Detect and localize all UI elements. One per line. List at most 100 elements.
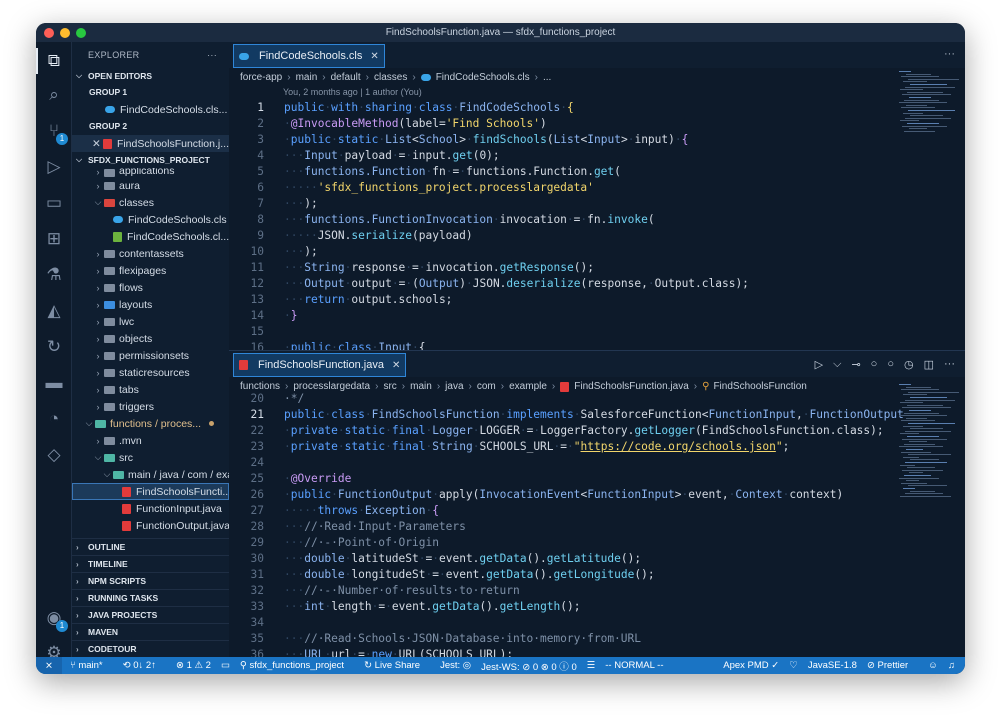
- testing-icon[interactable]: ⚗: [42, 264, 66, 286]
- section-npm-scripts[interactable]: › NPM SCRIPTS: [72, 572, 229, 589]
- list-icon[interactable]: ☰: [587, 660, 596, 671]
- accounts-icon[interactable]: ◉ 1: [42, 607, 68, 632]
- breadcrumb-item[interactable]: classes: [374, 72, 407, 83]
- split-editor-icon[interactable]: ◫: [924, 358, 934, 371]
- section-timeline[interactable]: › TIMELINE: [72, 555, 229, 572]
- section-project[interactable]: ⌵ SFDX_FUNCTIONS_PROJECT: [72, 152, 229, 168]
- explorer-more-button[interactable]: ···: [207, 50, 217, 60]
- open-editor-item[interactable]: FindCodeSchools.cls...: [72, 101, 229, 118]
- java-version-status[interactable]: JavaSE-1.8: [808, 660, 857, 671]
- close-icon[interactable]: ✕: [92, 138, 103, 150]
- close-window-button[interactable]: [44, 28, 54, 38]
- close-icon[interactable]: ✕: [370, 51, 378, 62]
- breadcrumb-item[interactable]: default: [331, 72, 361, 83]
- remote-explorer-icon[interactable]: ▭: [42, 192, 66, 214]
- tree-item[interactable]: FindSchoolsFuncti...: [72, 483, 229, 500]
- tree-item[interactable]: › objects: [72, 330, 229, 347]
- tree-item[interactable]: › triggers: [72, 398, 229, 415]
- minimap-top[interactable]: [899, 71, 963, 191]
- jest-ws-status[interactable]: Jest-WS: ⊘ 0 ⊗ 0 ⓘ 0: [481, 659, 577, 673]
- problems-status[interactable]: ⊗ 1 ⚠ 2: [176, 660, 211, 671]
- timeline-icon[interactable]: ◷: [904, 358, 914, 371]
- code-editor-bottom[interactable]: 20 21 22 23 24 25 26 27 28 29 30 31 32 33 34 35 36 ·*/ p…: [229, 384, 965, 657]
- breadcrumb-item[interactable]: src: [383, 381, 396, 392]
- tree-item[interactable]: › aura: [72, 177, 229, 194]
- tree-item[interactable]: ⌵ main / java / com / exa...: [72, 466, 229, 483]
- open-editor-item[interactable]: ✕ FindSchoolsFunction.j...: [72, 135, 229, 152]
- files-icon[interactable]: ⧉: [36, 48, 66, 74]
- tree-item[interactable]: ⌵ functions / proces...: [72, 415, 229, 432]
- section-running-tasks[interactable]: › RUNNING TASKS: [72, 589, 229, 606]
- breadcrumb-item[interactable]: force-app: [240, 72, 282, 83]
- bell-icon[interactable]: ♫: [948, 660, 955, 671]
- codelens-blame[interactable]: You, 2 months ago | 1 author (You): [229, 87, 965, 101]
- section-codetour[interactable]: › CODETOUR: [72, 640, 229, 657]
- tree-item[interactable]: FindCodeSchools.cl...: [72, 228, 229, 245]
- close-icon[interactable]: ✕: [392, 360, 400, 371]
- tree-item[interactable]: › flexipages: [72, 262, 229, 279]
- tab-findcodeschools[interactable]: FindCodeSchools.cls ✕: [233, 44, 385, 68]
- source-control-icon[interactable]: ⑂ 1: [42, 120, 68, 145]
- live-share-icon[interactable]: ↻: [42, 336, 66, 358]
- breadcrumb-item[interactable]: FindSchoolsFunction: [713, 381, 806, 392]
- minimize-window-button[interactable]: [60, 28, 70, 38]
- maximize-window-button[interactable]: [76, 28, 86, 38]
- tree-item[interactable]: FunctionInput.java: [72, 500, 229, 517]
- git-compare-icon[interactable]: ⊸: [851, 358, 860, 371]
- section-java-projects[interactable]: › JAVA PROJECTS: [72, 606, 229, 623]
- liveshare-status[interactable]: ↻ Live Share: [364, 660, 430, 671]
- breadcrumb-item[interactable]: com: [477, 381, 496, 392]
- search-icon[interactable]: ⌕: [42, 84, 66, 106]
- sync-status[interactable]: ⟲ 0↓ 2↑: [123, 660, 166, 671]
- section-outline[interactable]: › OUTLINE: [72, 538, 229, 555]
- breadcrumb-item[interactable]: main: [410, 381, 432, 392]
- tree-item[interactable]: › layouts: [72, 296, 229, 313]
- breadcrumb-item[interactable]: main: [296, 72, 318, 83]
- gitlens-icon[interactable]: ◇: [42, 444, 66, 466]
- code-editor-top[interactable]: 1 2 3 4 5 6 7 8 9 10 11 12 13 14 15 16 public·with·shar…: [229, 71, 965, 354]
- feedback-icon[interactable]: ☺: [928, 660, 938, 671]
- docker-icon[interactable]: ▬: [42, 372, 66, 394]
- minimap-bottom[interactable]: [899, 384, 963, 524]
- git-next-icon[interactable]: ○: [887, 358, 894, 371]
- breadcrumb-item[interactable]: processlargedata: [293, 381, 370, 392]
- run-icon[interactable]: ▷: [815, 358, 823, 371]
- tree-item[interactable]: › contentassets: [72, 245, 229, 262]
- breadcrumb-item[interactable]: FindSchoolsFunction.java: [574, 381, 689, 392]
- section-open-editors[interactable]: ⌵ OPEN EDITORS: [72, 68, 229, 84]
- tree-item[interactable]: › permissionsets: [72, 347, 229, 364]
- tree-item[interactable]: ⌵ classes: [72, 194, 229, 211]
- breadcrumb-item[interactable]: ...: [543, 72, 551, 83]
- breadcrumb-item[interactable]: example: [509, 381, 547, 392]
- more-actions-button[interactable]: ···: [944, 48, 955, 60]
- tree-item[interactable]: ⌵ src: [72, 449, 229, 466]
- tree-item[interactable]: › staticresources: [72, 364, 229, 381]
- salesforce-icon[interactable]: ◔: [42, 408, 66, 430]
- azure-icon[interactable]: ◭: [42, 300, 66, 322]
- tab-findschoolsfunction[interactable]: FindSchoolsFunction.java ✕: [233, 353, 407, 377]
- run-debug-icon[interactable]: ▷: [42, 156, 66, 178]
- section-maven[interactable]: › MAVEN: [72, 623, 229, 640]
- extensions-icon[interactable]: ⊞: [42, 228, 66, 250]
- thumbs-icon[interactable]: ♡: [789, 660, 798, 671]
- remote-indicator[interactable]: ⨯: [36, 657, 62, 674]
- tree-item[interactable]: › .mvn: [72, 432, 229, 449]
- tree-item[interactable]: › lwc: [72, 313, 229, 330]
- breadcrumb-item[interactable]: FindCodeSchools.cls: [436, 72, 530, 83]
- tree-item[interactable]: FunctionOutput.java: [72, 517, 229, 534]
- run-dropdown-icon[interactable]: ⌵: [833, 358, 841, 371]
- tree-item[interactable]: › flows: [72, 279, 229, 296]
- layout-icon[interactable]: ▭: [221, 660, 230, 671]
- more-actions-button[interactable]: ···: [944, 358, 955, 371]
- project-status[interactable]: ⚲ sfdx_functions_project: [240, 660, 354, 671]
- git-previous-icon[interactable]: ○: [871, 358, 878, 371]
- breadcrumb-item[interactable]: functions: [240, 381, 280, 392]
- pmd-status[interactable]: Apex PMD ✓: [723, 660, 779, 671]
- tree-item[interactable]: FindCodeSchools.cls: [72, 211, 229, 228]
- tree-item[interactable]: › tabs: [72, 381, 229, 398]
- jest-status[interactable]: Jest: ◎: [440, 660, 471, 671]
- tree-item[interactable]: › applications: [72, 168, 229, 177]
- branch-status[interactable]: ⑂ main*: [70, 660, 113, 671]
- breadcrumb-item[interactable]: java: [445, 381, 463, 392]
- prettier-status[interactable]: ⊘ Prettier: [867, 660, 918, 671]
